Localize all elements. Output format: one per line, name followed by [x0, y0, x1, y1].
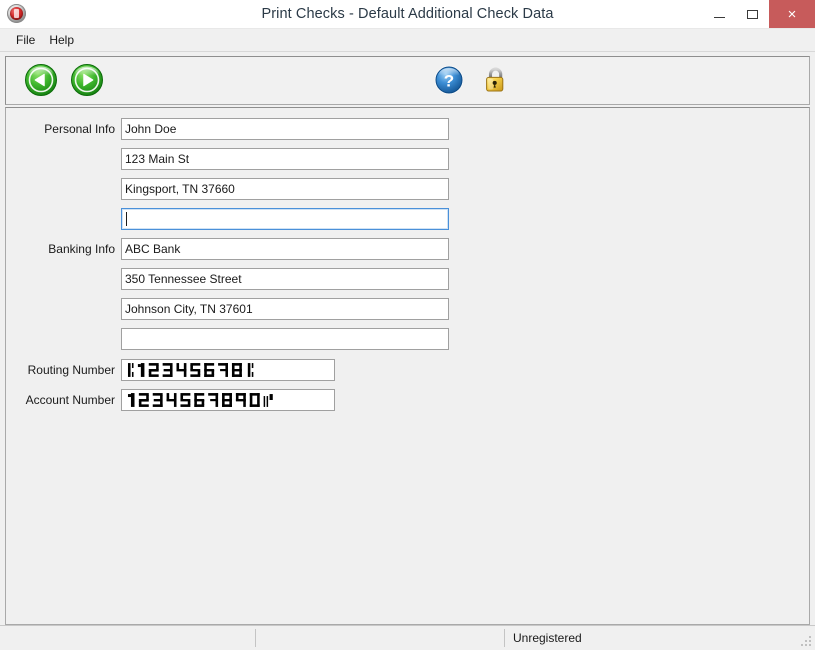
bank-name-input[interactable]	[121, 238, 449, 260]
personal-city-state-zip-input[interactable]	[121, 178, 449, 200]
personal-info-row-3	[6, 178, 449, 200]
toolbar: ?	[5, 56, 810, 105]
routing-number-input[interactable]	[121, 359, 335, 381]
personal-info-row-4	[6, 208, 809, 230]
print-checks-window: Print Checks - Default Additional Check …	[0, 0, 815, 650]
menu-item-help[interactable]: Help	[42, 31, 81, 50]
resize-grip-icon[interactable]	[800, 635, 813, 648]
status-bar: Unregistered	[0, 625, 815, 650]
bank-extra-line-input[interactable]	[121, 328, 449, 350]
green-right-arrow-icon	[71, 64, 103, 96]
banking-info-row-1: Banking Info	[6, 238, 449, 260]
print-checks-app-icon	[7, 4, 26, 23]
account-number-input[interactable]	[121, 389, 335, 411]
yellow-padlock-icon	[486, 67, 504, 92]
window-controls: ×	[703, 0, 815, 28]
form-panel: Personal Info John Doe 123 Main St Kings…	[5, 107, 810, 625]
personal-extra-line-wrapper	[121, 208, 449, 230]
check-data-form: Personal Info John Doe 123 Main St Kings…	[6, 108, 809, 624]
routing-number-label: Routing Number	[27, 363, 115, 377]
account-number-label: Account Number	[25, 393, 115, 407]
client-area: ? Personal Info John Doe 123 Main St Kin…	[0, 52, 815, 625]
personal-info-row-2	[6, 148, 449, 170]
bank-address-input[interactable]	[121, 268, 449, 290]
status-pane-left	[0, 626, 256, 650]
minimize-button[interactable]	[703, 0, 736, 28]
bank-city-state-zip-input[interactable]	[121, 298, 449, 320]
close-button[interactable]: ×	[769, 0, 815, 28]
routing-number-row: Routing Number	[6, 359, 335, 381]
title-bar: Print Checks - Default Additional Check …	[0, 0, 815, 29]
personal-info-row-1: Personal Info	[6, 118, 449, 140]
status-pane-registration: Unregistered	[513, 631, 582, 645]
next-record-button[interactable]	[70, 63, 104, 97]
account-number-row: Account Number	[6, 389, 335, 411]
minimize-icon	[714, 16, 725, 18]
previous-record-button[interactable]	[24, 63, 58, 97]
banking-info-label: Banking Info	[48, 242, 115, 256]
status-pane-middle	[256, 626, 505, 650]
svg-text:?: ?	[444, 71, 454, 90]
window-title: Print Checks - Default Additional Check …	[261, 6, 554, 22]
menu-bar: File Help	[0, 29, 815, 52]
banking-info-row-4	[6, 328, 449, 350]
green-left-arrow-icon	[25, 64, 57, 96]
close-icon: ×	[787, 5, 797, 23]
personal-name-input[interactable]	[121, 118, 449, 140]
blue-question-mark-icon: ?	[434, 65, 464, 95]
maximize-button[interactable]	[736, 0, 769, 28]
banking-info-row-2	[6, 268, 449, 290]
personal-info-label: Personal Info	[44, 122, 115, 136]
account-number-micr-text	[127, 393, 273, 407]
unlock-button[interactable]	[479, 64, 511, 96]
banking-info-row-3	[6, 298, 449, 320]
text-caret	[126, 212, 127, 226]
personal-extra-line-input[interactable]	[121, 208, 449, 230]
routing-number-micr-text	[127, 363, 254, 377]
menu-item-file[interactable]: File	[9, 31, 42, 50]
maximize-icon	[747, 9, 758, 19]
personal-address-input[interactable]	[121, 148, 449, 170]
help-button[interactable]: ?	[433, 64, 465, 96]
